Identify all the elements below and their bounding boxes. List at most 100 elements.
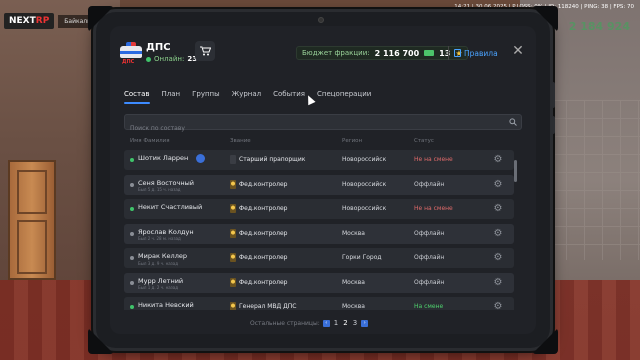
- pagination: Остальные страницы: ‹ 1 2 3 ›: [250, 319, 369, 327]
- member-name: Никита Невский: [138, 301, 194, 309]
- faction-budget: Бюджет фракции: 2 116 700 13 ★: [296, 46, 469, 60]
- member-name: Шотик Ларрен: [138, 154, 189, 162]
- logo-text: ДПС: [122, 59, 135, 65]
- members-list: Шотик Ларрен Старший прапорщик Новороссийс…: [124, 150, 514, 310]
- rank-insignia-icon: [230, 302, 236, 310]
- member-region: Москва: [342, 229, 365, 237]
- logo-text-b: RP: [35, 16, 50, 26]
- wooden-door: [8, 160, 56, 280]
- rank-insignia-icon: [230, 155, 236, 164]
- logo-mark: NEXTRP: [4, 13, 55, 29]
- gear-icon[interactable]: ⚙: [492, 179, 504, 191]
- member-region: Москва: [342, 278, 365, 286]
- tab-plan[interactable]: План: [162, 90, 181, 104]
- presence-dot-icon: [130, 305, 134, 309]
- rules-label: Правила: [464, 48, 498, 58]
- column-rank[interactable]: Звание: [230, 138, 251, 144]
- cart-icon: [199, 46, 211, 56]
- member-name: Ярослав Колдун: [138, 227, 194, 236]
- hud-status-line: 14:21 | 30.06.2025 | P.LOSS: 0% | ID: 11…: [400, 4, 640, 10]
- logo-text-a: NEXT: [9, 16, 36, 26]
- gear-icon[interactable]: ⚙: [492, 252, 504, 264]
- presence-dot-icon: [130, 207, 134, 211]
- member-region: Новороссийск: [342, 156, 387, 163]
- list-scrollbar[interactable]: [514, 160, 517, 182]
- column-status[interactable]: Статус: [414, 138, 434, 144]
- member-name: Некит Счастливый: [138, 203, 203, 211]
- rank-insignia-icon: [230, 179, 236, 189]
- online-label: Онлайн:: [154, 55, 185, 63]
- member-region: Новороссийск: [342, 180, 387, 188]
- member-last-seen: Лидер фракции: [138, 310, 171, 311]
- gear-icon[interactable]: ⚙: [492, 154, 504, 166]
- table-row[interactable]: Ярослав Колдун Был 2 ч. 28 м. назад Фед.ко…: [124, 223, 514, 244]
- presence-dot-icon: [130, 231, 134, 236]
- tab-members[interactable]: Состав: [124, 90, 150, 104]
- member-last-seen: Был 1 д. 2 ч. назад: [138, 285, 178, 290]
- rank-insignia-icon: [230, 253, 236, 262]
- rules-button[interactable]: Правила: [448, 46, 498, 60]
- presence-dot-icon: [130, 256, 134, 260]
- tab-events[interactable]: События: [273, 90, 305, 104]
- member-rank: Генерал МВД ДПС: [239, 303, 297, 310]
- member-name: Мурр Летний: [138, 276, 184, 285]
- cash-icon: [424, 50, 435, 56]
- member-last-seen: Был 3 д. 9 ч. назад: [138, 260, 178, 266]
- tab-special-ops[interactable]: Спецоперации: [317, 90, 371, 104]
- police-car-icon: ДПС: [120, 40, 142, 65]
- member-rank: Фед.контролер: [239, 278, 288, 286]
- gear-icon[interactable]: ⚙: [492, 228, 504, 240]
- table-row[interactable]: Мурр Летний Был 1 д. 2 ч. назад Фед.контро…: [124, 272, 514, 293]
- member-rank: Фед.контролер: [239, 180, 288, 188]
- online-dot-icon: [146, 56, 151, 62]
- member-name: Сеня Восточный: [138, 178, 194, 187]
- member-last-seen: Был 5 д. 15 ч. назад: [138, 187, 181, 192]
- member-status: Оффлайн: [414, 180, 445, 188]
- tab-groups[interactable]: Группы: [192, 90, 220, 104]
- tablet-camera: [318, 17, 324, 23]
- table-row[interactable]: Сеня Восточный Был 5 д. 15 ч. назад Фед.ко…: [124, 174, 514, 195]
- search-input[interactable]: [125, 121, 495, 136]
- table-row[interactable]: Некит Счастливый Фед.контролер Новороссийс…: [124, 199, 514, 219]
- presence-dot-icon: [130, 158, 134, 162]
- table-row[interactable]: Шотик Ларрен Старший прапорщик Новороссийс…: [124, 150, 514, 170]
- search-bar: [124, 114, 522, 136]
- table-row[interactable]: Мирак Келлер Был 3 д. 9 ч. назад Фед.контр…: [124, 248, 514, 268]
- member-last-seen: Был 2 ч. 28 м. назад: [138, 236, 181, 241]
- budget-amount: 2 116 700: [374, 48, 420, 58]
- gear-icon[interactable]: ⚙: [492, 277, 504, 289]
- tablet-side-button: [551, 82, 555, 108]
- page-3[interactable]: 3: [352, 319, 358, 327]
- shop-button[interactable]: [195, 41, 215, 61]
- gear-icon[interactable]: ⚙: [492, 203, 504, 215]
- table-header: Имя Фамилия Звание Регион Статус: [124, 136, 522, 148]
- close-icon[interactable]: ✕: [510, 44, 526, 60]
- hud-money: 2 184 924: [568, 20, 630, 33]
- member-status: Не на смене: [414, 156, 453, 163]
- member-region: Новороссийск: [342, 205, 387, 212]
- profile-badge-icon: [196, 154, 205, 163]
- member-rank: Фед.контролер: [239, 205, 288, 212]
- member-status: На смене: [414, 303, 444, 310]
- member-status: Оффлайн: [414, 229, 445, 237]
- gear-icon[interactable]: ⚙: [492, 301, 504, 310]
- member-status: Не на смене: [414, 205, 453, 212]
- page-2[interactable]: 2: [342, 319, 348, 327]
- book-icon: [454, 49, 461, 57]
- page-1[interactable]: 1: [333, 319, 339, 327]
- online-counter: Онлайн: 23: [146, 55, 197, 63]
- tablet-frame: ДПС ДПС Онлайн: 23 Бюджет фракции: 2 116…: [88, 6, 558, 354]
- faction-panel: ДПС ДПС Онлайн: 23 Бюджет фракции: 2 116…: [110, 26, 536, 334]
- table-row[interactable]: Никита НевскийЛидер фракции Генерал МВД Д…: [124, 297, 514, 310]
- tab-journal[interactable]: Журнал: [232, 90, 261, 104]
- column-name[interactable]: Имя Фамилия: [130, 138, 170, 144]
- rank-insignia-icon: [230, 277, 236, 287]
- rank-insignia-icon: [230, 228, 236, 238]
- member-status: Оффлайн: [414, 278, 445, 286]
- prev-page-button[interactable]: ‹: [322, 319, 330, 327]
- column-region[interactable]: Регион: [342, 138, 362, 144]
- next-page-button[interactable]: ›: [361, 319, 369, 327]
- faction-name: ДПС: [146, 42, 171, 53]
- tablet-side-button: [551, 116, 555, 134]
- search-icon[interactable]: [509, 118, 517, 126]
